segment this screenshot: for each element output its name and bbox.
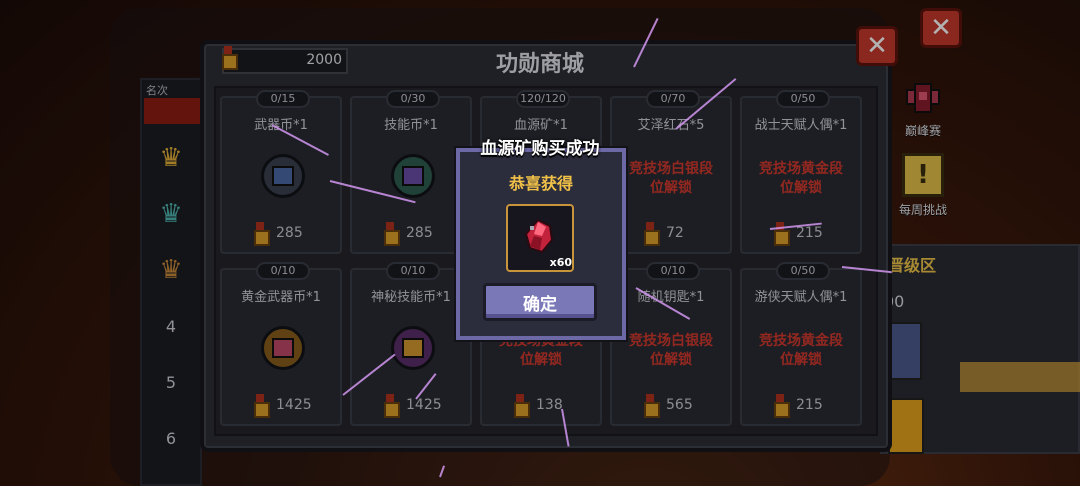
blood-ore-icon bbox=[524, 218, 554, 254]
reward-quantity: x60 bbox=[549, 256, 572, 269]
modal-title: 血源矿购买成功 bbox=[480, 139, 600, 159]
modal-subtitle: 恭喜获得 bbox=[508, 174, 573, 193]
confirm-button[interactable]: 确定 bbox=[483, 283, 597, 321]
